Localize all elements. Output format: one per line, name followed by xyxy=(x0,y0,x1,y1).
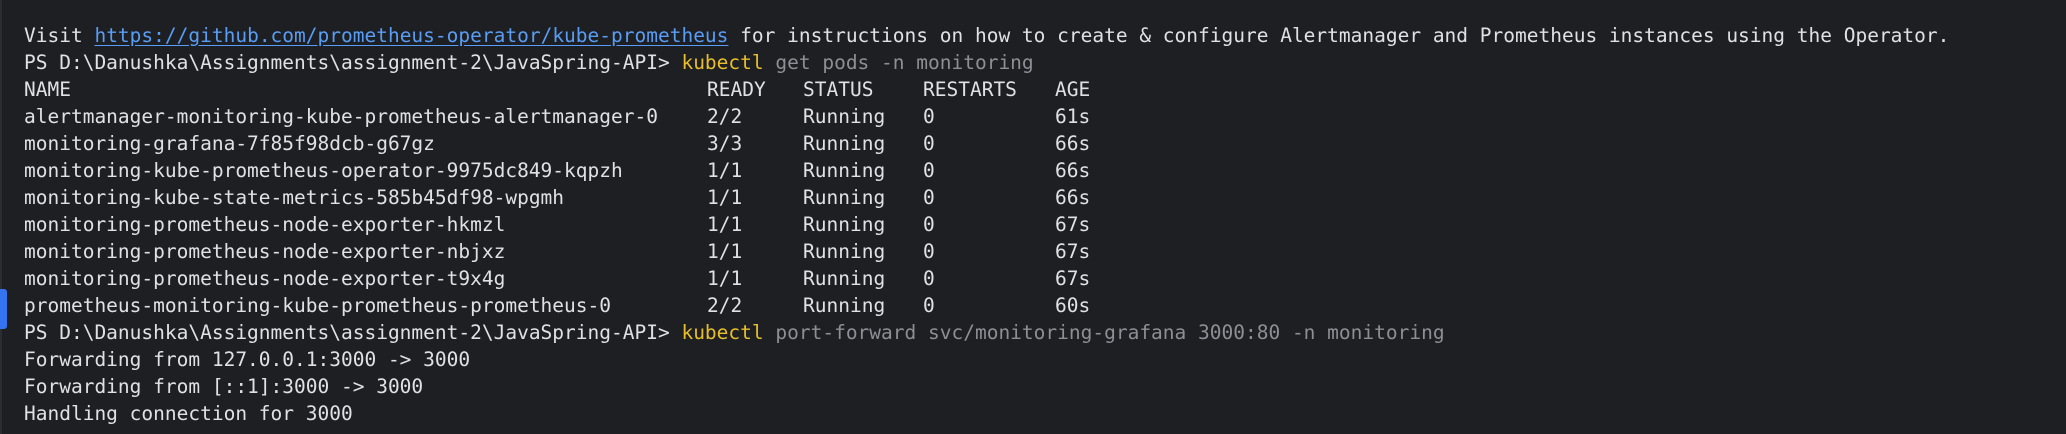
pod-name: monitoring-kube-prometheus-operator-9975… xyxy=(24,159,623,182)
pod-age: 60s xyxy=(1055,294,1091,317)
pod-age: 66s xyxy=(1055,159,1091,182)
pod-ready: 3/3 xyxy=(707,132,743,155)
header-name: NAME xyxy=(24,78,71,101)
pod-ready: 2/2 xyxy=(707,294,743,317)
pod-status: Running xyxy=(803,267,886,290)
command-name: kubectl xyxy=(681,321,764,344)
header-age: AGE xyxy=(1055,78,1091,101)
pod-age: 66s xyxy=(1055,132,1091,155)
pod-status: Running xyxy=(803,159,886,182)
table-row: monitoring-prometheus-node-exporter-t9x4… xyxy=(24,265,1949,292)
pod-ready: 2/2 xyxy=(707,105,743,128)
table-row: monitoring-grafana-7f85f98dcb-g67gz 3/3 Ru… xyxy=(24,130,1949,157)
pod-status: Running xyxy=(803,294,886,317)
command-block-marker[interactable] xyxy=(0,289,7,329)
command-args: port-forward svc/monitoring-grafana 3000… xyxy=(763,321,1445,344)
pod-status: Running xyxy=(803,132,886,155)
shell-prompt: PS D:\Danushka\Assignments\assignment-2\… xyxy=(24,321,682,344)
header-status: STATUS xyxy=(803,78,874,101)
pod-age: 67s xyxy=(1055,267,1091,290)
pod-age: 67s xyxy=(1055,240,1091,263)
pod-status: Running xyxy=(803,186,886,209)
pod-age: 67s xyxy=(1055,213,1091,236)
pod-ready: 1/1 xyxy=(707,159,743,182)
shell-prompt: PS D:\Danushka\Assignments\assignment-2\… xyxy=(24,51,682,74)
pod-name: monitoring-prometheus-node-exporter-nbjx… xyxy=(24,240,506,263)
pod-name: monitoring-prometheus-node-exporter-t9x4… xyxy=(24,267,506,290)
table-row: alertmanager-monitoring-kube-prometheus-… xyxy=(24,103,1949,130)
notice-prefix: Visit xyxy=(24,24,95,47)
command-name: kubectl xyxy=(681,51,764,74)
pod-name: alertmanager-monitoring-kube-prometheus-… xyxy=(24,105,658,128)
pod-age: 66s xyxy=(1055,186,1091,209)
table-row: prometheus-monitoring-kube-prometheus-pr… xyxy=(24,292,1949,319)
table-row: monitoring-prometheus-node-exporter-nbjx… xyxy=(24,238,1949,265)
output-line: Forwarding from [::1]:3000 -> 3000 xyxy=(24,375,424,398)
pod-restarts: 0 xyxy=(923,159,935,182)
pod-status: Running xyxy=(803,105,886,128)
command-line: PS D:\Danushka\Assignments\assignment-2\… xyxy=(24,49,1949,76)
table-row: monitoring-prometheus-node-exporter-hkmz… xyxy=(24,211,1949,238)
output-line: Handling connection for 3000 xyxy=(24,402,353,425)
kube-prometheus-link[interactable]: https://github.com/prometheus-operator/k… xyxy=(94,24,728,47)
pod-name: monitoring-kube-state-metrics-585b45df98… xyxy=(24,186,565,209)
pod-ready: 1/1 xyxy=(707,267,743,290)
pod-restarts: 0 xyxy=(923,132,935,155)
pod-status: Running xyxy=(803,240,886,263)
pod-restarts: 0 xyxy=(923,267,935,290)
pod-restarts: 0 xyxy=(923,186,935,209)
table-header-row: NAME READY STATUS RESTARTS AGE xyxy=(24,76,1949,103)
notice-suffix: for instructions on how to create & conf… xyxy=(728,24,1950,47)
table-row: monitoring-kube-prometheus-operator-9975… xyxy=(24,157,1949,184)
pod-name: prometheus-monitoring-kube-prometheus-pr… xyxy=(24,294,611,317)
pod-name: monitoring-prometheus-node-exporter-hkmz… xyxy=(24,213,506,236)
command-line: PS D:\Danushka\Assignments\assignment-2\… xyxy=(24,319,1949,346)
pod-status: Running xyxy=(803,213,886,236)
pod-restarts: 0 xyxy=(923,105,935,128)
pod-restarts: 0 xyxy=(923,213,935,236)
pod-ready: 1/1 xyxy=(707,240,743,263)
pod-age: 61s xyxy=(1055,105,1091,128)
terminal-gutter xyxy=(0,0,2,434)
pod-ready: 1/1 xyxy=(707,186,743,209)
table-row: monitoring-kube-state-metrics-585b45df98… xyxy=(24,184,1949,211)
pod-ready: 1/1 xyxy=(707,213,743,236)
header-ready: READY xyxy=(707,78,766,101)
pod-restarts: 0 xyxy=(923,240,935,263)
pod-restarts: 0 xyxy=(923,294,935,317)
pod-name: monitoring-grafana-7f85f98dcb-g67gz xyxy=(24,132,435,155)
terminal-window[interactable]: Visit https://github.com/prometheus-oper… xyxy=(0,0,2066,434)
command-args: get pods -n monitoring xyxy=(763,51,1034,74)
terminal-output: Visit https://github.com/prometheus-oper… xyxy=(24,22,1949,427)
output-line: Forwarding from 127.0.0.1:3000 -> 3000 xyxy=(24,348,471,371)
operator-notice-line: Visit https://github.com/prometheus-oper… xyxy=(24,22,1949,49)
header-restarts: RESTARTS xyxy=(923,78,1017,101)
